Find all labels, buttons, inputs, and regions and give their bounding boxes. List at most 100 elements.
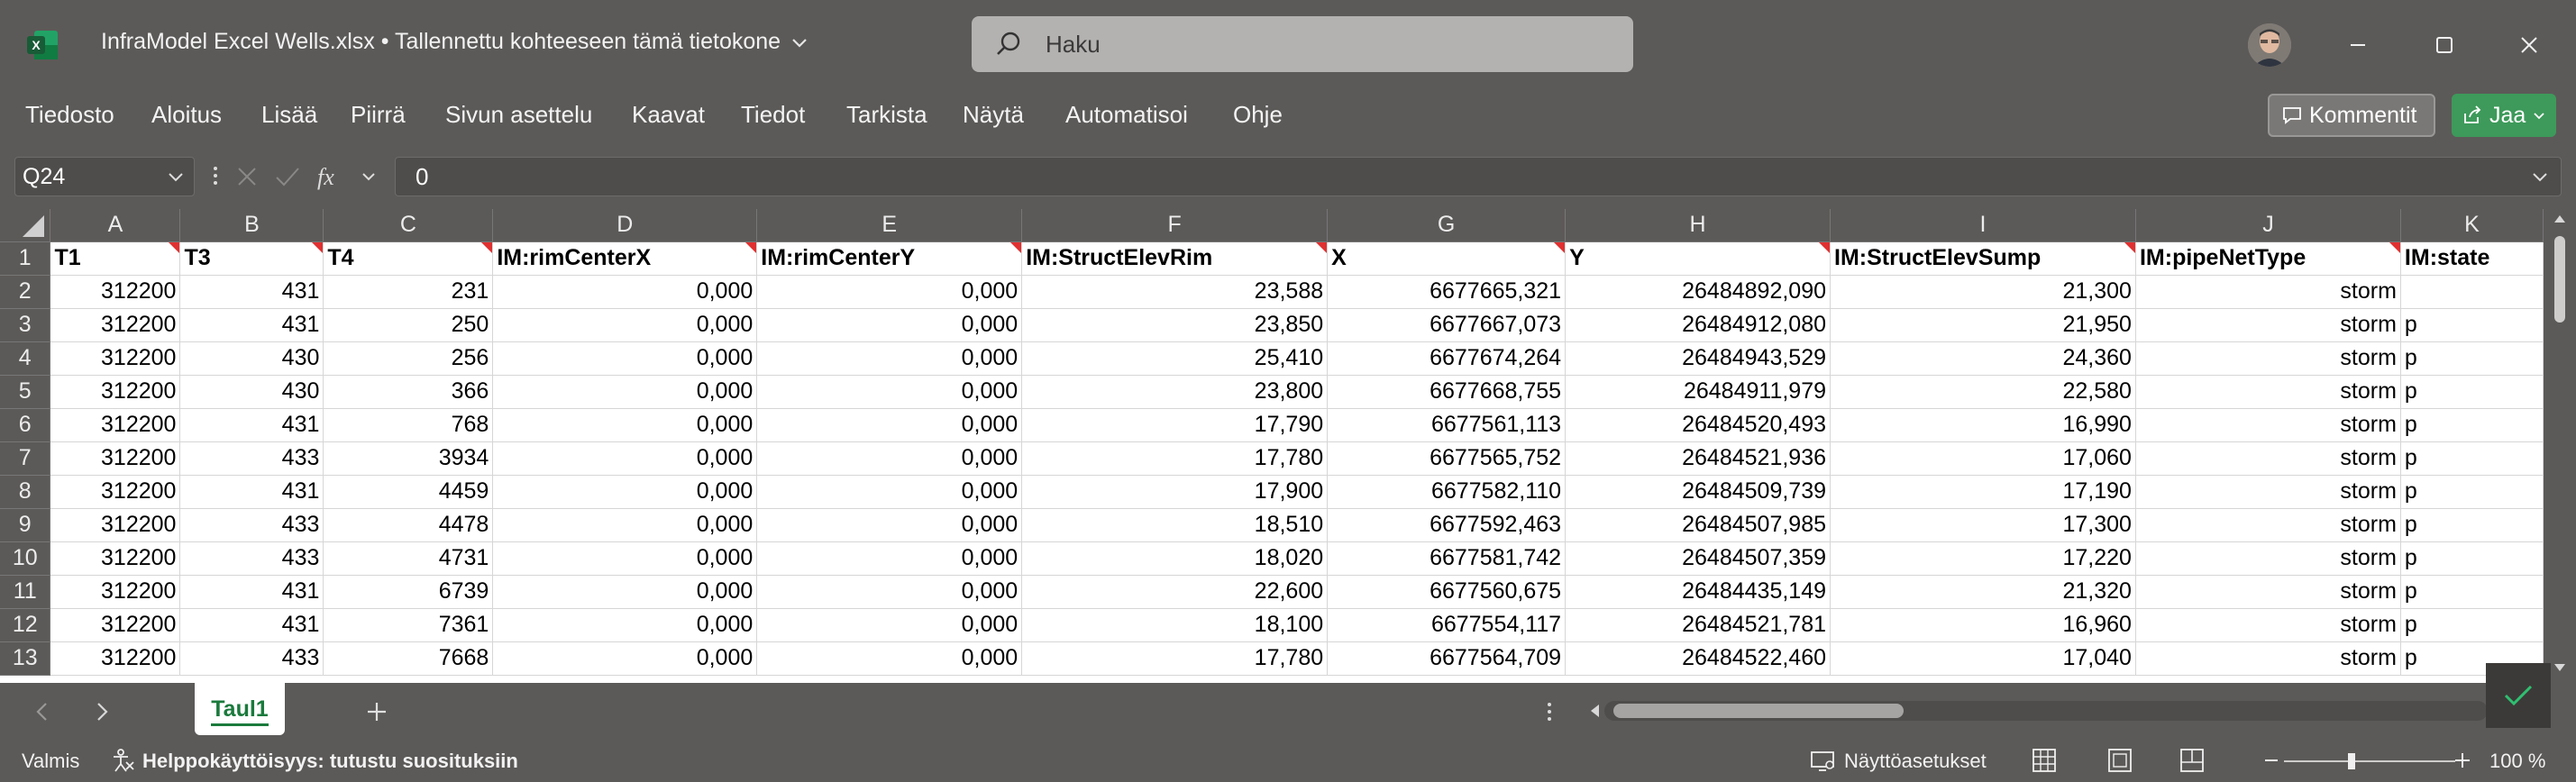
cell[interactable]: 26484943,529 — [1565, 341, 1832, 376]
tab-tiedosto[interactable]: Tiedosto — [25, 101, 114, 129]
zoom-out-icon[interactable] — [2262, 748, 2280, 773]
column-header-d[interactable]: D — [492, 209, 758, 242]
cell[interactable]: 26484911,979 — [1565, 375, 1832, 409]
cell[interactable]: 21,950 — [1830, 308, 2136, 342]
cell[interactable]: 0,000 — [756, 475, 1023, 509]
cell[interactable]: storm — [2135, 308, 2401, 342]
cell[interactable] — [2400, 275, 2544, 309]
cell[interactable]: 431 — [179, 308, 324, 342]
header-cell[interactable]: T1 — [50, 241, 181, 276]
row-header[interactable]: 2 — [0, 275, 51, 309]
cell[interactable]: 0,000 — [492, 408, 758, 442]
cell[interactable]: 7361 — [323, 608, 494, 642]
cell[interactable]: 26484507,359 — [1565, 541, 1832, 576]
cell[interactable]: 0,000 — [492, 341, 758, 376]
cell[interactable]: 312200 — [50, 341, 181, 376]
cell[interactable]: 430 — [179, 375, 324, 409]
header-cell[interactable]: IM:rimCenterY — [756, 241, 1023, 276]
row-header[interactable]: 10 — [0, 541, 51, 576]
cell[interactable]: 17,300 — [1830, 508, 2136, 542]
cell[interactable]: 23,800 — [1021, 375, 1329, 409]
cell[interactable]: 250 — [323, 308, 494, 342]
cell[interactable]: 6739 — [323, 575, 494, 609]
cell[interactable]: 18,510 — [1021, 508, 1329, 542]
cell[interactable]: 16,990 — [1830, 408, 2136, 442]
cell[interactable]: 0,000 — [492, 541, 758, 576]
cell[interactable]: 21,300 — [1830, 275, 2136, 309]
cells-table[interactable]: ABCDEFGHIJK 1 T1 T3 T4 IM:rimCenterX IM:rimCe… — [0, 209, 2544, 676]
cell[interactable]: 312200 — [50, 541, 181, 576]
cell[interactable]: 0,000 — [756, 408, 1023, 442]
cell[interactable]: 0,000 — [756, 541, 1023, 576]
cell[interactable]: 4478 — [323, 508, 494, 542]
horizontal-scroll-thumb[interactable] — [1613, 704, 1904, 718]
cell[interactable]: 17,780 — [1021, 641, 1329, 676]
tab-tiedot[interactable]: Tiedot — [741, 101, 805, 129]
cell[interactable]: 312200 — [50, 408, 181, 442]
more-options-icon[interactable] — [211, 162, 220, 189]
cell[interactable]: 0,000 — [756, 508, 1023, 542]
cell[interactable]: 6677561,113 — [1327, 408, 1567, 442]
cell[interactable]: 431 — [179, 608, 324, 642]
accessibility-link[interactable]: Helppokäyttöisyys: tutustu suosituksiin — [142, 750, 518, 773]
header-cell[interactable]: Y — [1565, 241, 1832, 276]
cell[interactable]: 433 — [179, 641, 324, 676]
column-header-a[interactable]: A — [50, 209, 181, 242]
cell[interactable]: 433 — [179, 441, 324, 476]
cell[interactable]: storm — [2135, 275, 2401, 309]
tab-nayta[interactable]: Näytä — [963, 101, 1024, 129]
cell[interactable]: 431 — [179, 408, 324, 442]
minimize-button[interactable] — [2333, 20, 2383, 70]
cell[interactable]: storm — [2135, 541, 2401, 576]
column-header-h[interactable]: H — [1565, 209, 1832, 242]
cell[interactable]: 433 — [179, 508, 324, 542]
row-header[interactable]: 8 — [0, 475, 51, 509]
cell[interactable]: p — [2400, 308, 2544, 342]
select-all-corner[interactable] — [0, 209, 51, 242]
insert-function-icon[interactable]: fx — [315, 163, 346, 190]
cell[interactable]: 6677564,709 — [1327, 641, 1567, 676]
cell[interactable]: storm — [2135, 508, 2401, 542]
cell[interactable]: 256 — [323, 341, 494, 376]
cell[interactable]: storm — [2135, 641, 2401, 676]
user-avatar[interactable] — [2248, 23, 2291, 67]
cell[interactable]: 22,600 — [1021, 575, 1329, 609]
cell[interactable]: 6677592,463 — [1327, 508, 1567, 542]
comment-indicator-icon[interactable] — [1316, 241, 1327, 253]
cell[interactable]: 0,000 — [492, 375, 758, 409]
sheet-tab-taul1[interactable]: Taul1 — [195, 683, 285, 735]
cell[interactable]: 433 — [179, 541, 324, 576]
cell[interactable]: 0,000 — [492, 608, 758, 642]
cell[interactable]: storm — [2135, 408, 2401, 442]
excel-app-icon[interactable]: X — [27, 29, 59, 61]
header-cell[interactable]: IM:StructElevSump — [1830, 241, 2136, 276]
cell[interactable]: 0,000 — [492, 475, 758, 509]
vertical-scroll-thumb[interactable] — [2554, 236, 2565, 323]
cell[interactable]: 312200 — [50, 375, 181, 409]
cell[interactable]: 0,000 — [492, 641, 758, 676]
cell[interactable]: 0,000 — [492, 308, 758, 342]
cell[interactable]: 6677581,742 — [1327, 541, 1567, 576]
cell[interactable]: 430 — [179, 341, 324, 376]
cell[interactable]: 6677582,110 — [1327, 475, 1567, 509]
cell[interactable]: 0,000 — [756, 341, 1023, 376]
scroll-tabs-right-icon[interactable] — [94, 701, 110, 723]
cell[interactable]: 0,000 — [756, 608, 1023, 642]
row-header[interactable]: 7 — [0, 441, 51, 476]
cell[interactable]: 312200 — [50, 575, 181, 609]
cell[interactable]: 6677668,755 — [1327, 375, 1567, 409]
cell[interactable]: 7668 — [323, 641, 494, 676]
cell[interactable]: 4459 — [323, 475, 494, 509]
row-header[interactable]: 12 — [0, 608, 51, 642]
cell[interactable]: 22,580 — [1830, 375, 2136, 409]
comment-indicator-icon[interactable] — [1010, 241, 1021, 253]
cell[interactable]: storm — [2135, 441, 2401, 476]
cell[interactable]: 0,000 — [756, 575, 1023, 609]
display-settings-button[interactable]: Näyttöasetukset — [1844, 750, 1987, 773]
cell[interactable]: 23,588 — [1021, 275, 1329, 309]
formula-input[interactable]: 0 — [395, 157, 2562, 196]
comment-indicator-icon[interactable] — [2389, 241, 2400, 253]
cell[interactable]: 768 — [323, 408, 494, 442]
column-header-i[interactable]: I — [1830, 209, 2136, 242]
cell[interactable]: 312200 — [50, 608, 181, 642]
